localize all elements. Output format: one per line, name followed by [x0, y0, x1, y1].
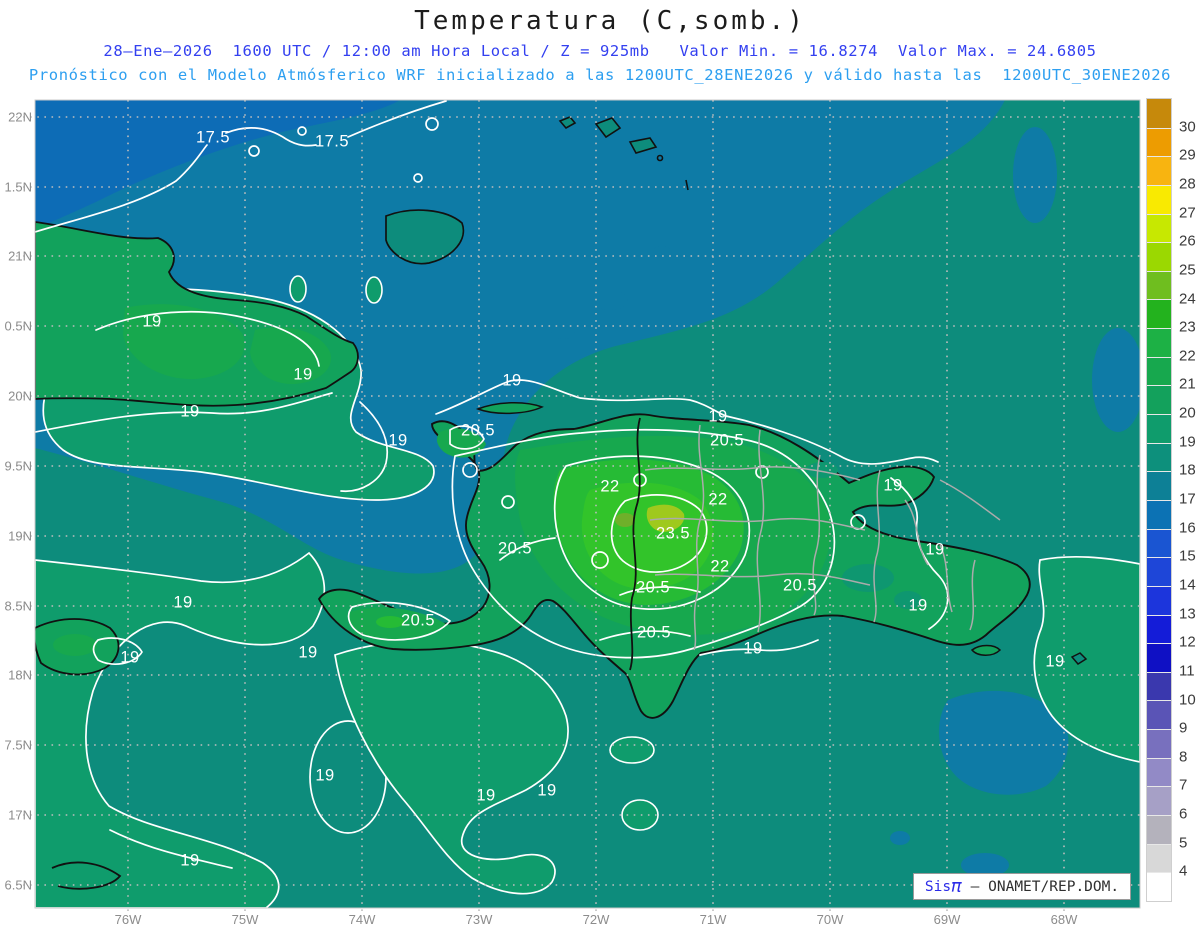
colorbar-cell — [1147, 700, 1171, 730]
lat-tick-label: 6.5N — [4, 877, 32, 893]
jamaica-highlands — [53, 634, 97, 656]
colorbar-tick-label: 6 — [1179, 805, 1188, 823]
lat-tick-label: 22N — [8, 109, 32, 125]
sispi-logo-text: Sis — [924, 878, 952, 895]
weather-map-page: Temperatura (C,somb.) 28–Ene–2026 1600 U… — [0, 0, 1200, 927]
warm-spot — [609, 736, 655, 764]
colorbar-tick-label: 19 — [1179, 433, 1196, 451]
tiburon-warmer — [376, 616, 404, 628]
lat-tick-label: 17N — [8, 807, 32, 823]
colorbar-cell — [1147, 299, 1171, 329]
lat-tick-label: 19N — [8, 528, 32, 544]
cool-land-spot — [842, 564, 894, 592]
colorbar-cell — [1147, 99, 1171, 128]
credit-box: Sis π – ONAMET/REP.DOM. — [913, 873, 1131, 900]
colorbar-tick-label: 29 — [1179, 146, 1196, 164]
colorbar-tick-label: 9 — [1179, 719, 1188, 737]
lat-tick-label: 0.5N — [4, 318, 32, 334]
colorbar-cell — [1147, 442, 1171, 472]
colorbar-cell — [1147, 872, 1171, 901]
lat-tick-label: 8.5N — [4, 598, 32, 614]
colorbar-tick-label: 23 — [1179, 318, 1196, 336]
colorbar-tick-label: 8 — [1179, 748, 1188, 766]
lat-tick-label: 1.5N — [4, 179, 32, 195]
lon-tick-label: 70W — [816, 912, 844, 927]
colorbar-cell — [1147, 815, 1171, 844]
colorbar-cell — [1147, 671, 1171, 701]
colorbar-cell — [1147, 385, 1171, 415]
colorbar-tick-label: 18 — [1179, 461, 1196, 479]
colorbar-cell — [1147, 242, 1171, 271]
lon-tick-label: 75W — [231, 912, 259, 927]
lat-tick-label: 9.5N — [4, 458, 32, 474]
colorbar-cell — [1147, 356, 1171, 386]
colorbar-tick-label: 28 — [1179, 175, 1196, 193]
colorbar-cell — [1147, 414, 1171, 443]
lon-tick-label: 73W — [465, 912, 493, 927]
colorbar-cell — [1147, 270, 1171, 300]
lon-tick-label: 68W — [1050, 912, 1078, 927]
colorbar-tick-label: 15 — [1179, 547, 1196, 565]
colorbar-cell — [1147, 328, 1171, 357]
lon-tick-label: 76W — [114, 912, 142, 927]
pi-icon: π — [951, 875, 962, 897]
credit-text: – ONAMET/REP.DOM. — [961, 878, 1120, 895]
colorbar-tick-label: 17 — [1179, 490, 1196, 508]
colorbar-tick-label: 10 — [1179, 691, 1196, 708]
saona-island — [970, 644, 1002, 656]
colorbar-tick-label: 13 — [1179, 605, 1196, 623]
warm-spot — [365, 276, 383, 304]
colorbar-tick-label: 24 — [1179, 290, 1196, 307]
warm-spot — [289, 275, 307, 303]
lat-tick-label: 20N — [8, 388, 32, 404]
colorbar-cell — [1147, 643, 1171, 672]
colorbar-cell — [1147, 528, 1171, 558]
colorbar-tick-label: 14 — [1179, 576, 1196, 594]
colorbar-tick-label: 5 — [1179, 834, 1188, 852]
colorbar-tick-label: 27 — [1179, 204, 1196, 222]
colorbar — [1146, 98, 1172, 902]
colorbar-tick-label: 7 — [1179, 776, 1188, 794]
lon-tick-label: 71W — [699, 912, 727, 927]
lat-tick-label: 7.5N — [4, 737, 32, 753]
colorbar-cell — [1147, 843, 1171, 873]
colorbar-tick-label: 22 — [1179, 347, 1196, 365]
colorbar-cell — [1147, 786, 1171, 816]
colorbar-cell — [1147, 184, 1171, 214]
colorbar-tick-label: 30 — [1179, 118, 1196, 136]
colorbar-tick-label: 25 — [1179, 261, 1196, 279]
olive-spot — [615, 513, 635, 527]
colorbar-cell — [1147, 729, 1171, 758]
colorbar-cell — [1147, 614, 1171, 644]
colorbar-cell — [1147, 557, 1171, 586]
colorbar-cell — [1147, 213, 1171, 243]
colorbar-tick-label: 11 — [1179, 662, 1195, 680]
colorbar-cell — [1147, 471, 1171, 500]
colorbar-tick-label: 12 — [1179, 633, 1196, 651]
lon-tick-label: 72W — [582, 912, 610, 927]
colorbar-cell — [1147, 156, 1171, 185]
lat-tick-label: 21N — [8, 248, 32, 264]
forecast-map — [16, 99, 1143, 911]
colorbar-tick-label: 20 — [1179, 404, 1196, 422]
colorbar-cell — [1147, 127, 1171, 157]
colorbar-cell — [1147, 757, 1171, 787]
colorbar-tick-label: 21 — [1179, 375, 1196, 393]
colorbar-cell — [1147, 499, 1171, 529]
lat-tick-label: 18N — [8, 667, 32, 683]
lon-tick-label: 69W — [933, 912, 961, 927]
colorbar-cell — [1147, 585, 1171, 615]
colorbar-tick-label: 16 — [1179, 519, 1196, 537]
lon-tick-label: 74W — [348, 912, 376, 927]
colorbar-tick-label: 26 — [1179, 232, 1196, 250]
colorbar-tick-label: 4 — [1179, 862, 1188, 880]
